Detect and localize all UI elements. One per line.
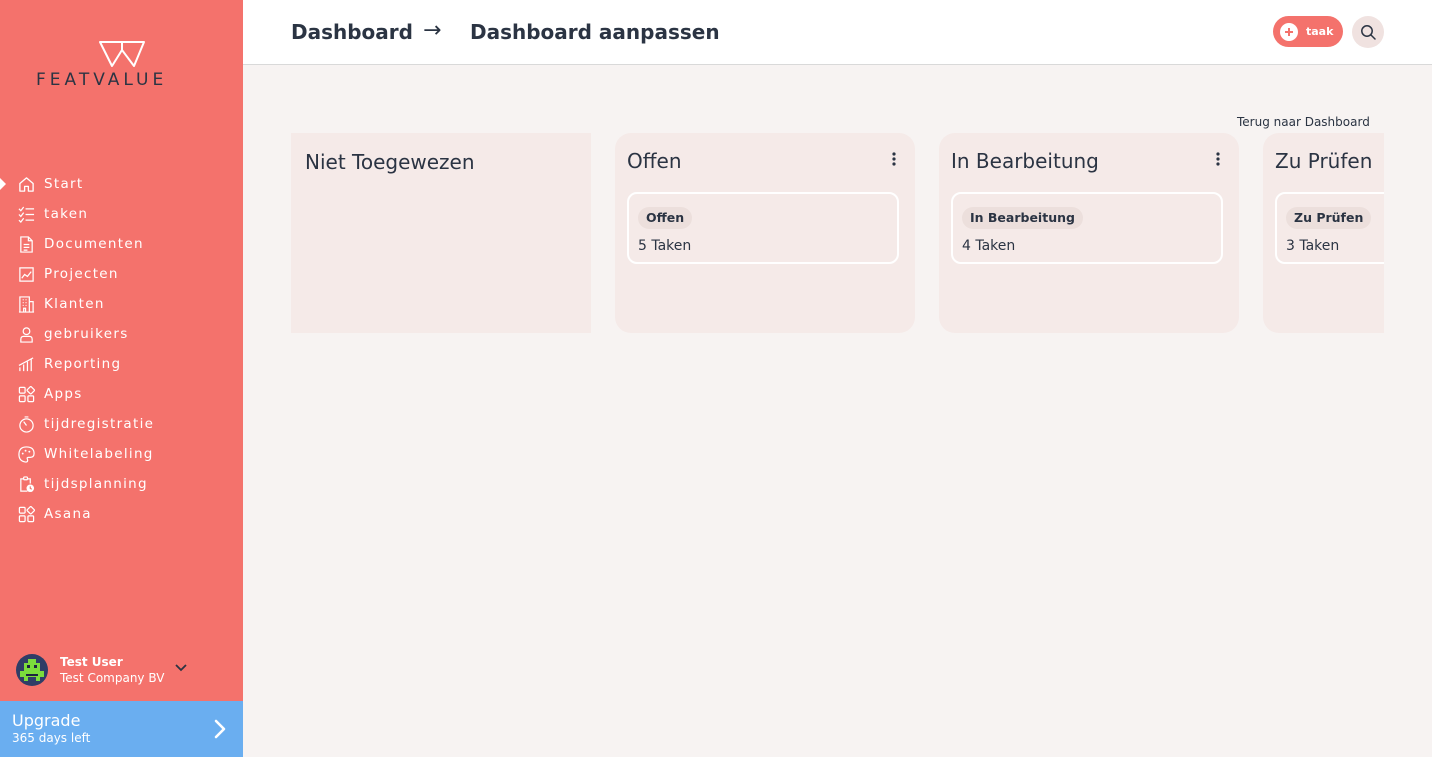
upgrade-subtitle: 365 days left [12,731,91,745]
search-icon [1361,25,1376,40]
back-to-dashboard-link[interactable]: Terug naar Dashboard [1237,115,1370,129]
status-badge: In Bearbeitung [962,207,1083,229]
sidebar-item-reporting[interactable]: Reporting [0,349,243,379]
kanban-board: Niet Toegewezen Offen Offen 5 Taken In B… [291,133,1384,333]
status-badge: Zu Prüfen [1286,207,1372,229]
timer-icon [17,415,35,433]
chart-icon [17,265,35,283]
sidebar-item-asana[interactable]: Asana [0,499,243,529]
sidebar-item-label: Whitelabeling [44,446,154,462]
column-niet-toegewezen[interactable]: Niet Toegewezen [291,133,591,333]
sidebar-item-whitelabeling[interactable]: Whitelabeling [0,439,243,469]
column-zu-pruefen[interactable]: Zu Prüfen Zu Prüfen 3 Taken [1263,133,1384,333]
user-icon [17,325,35,343]
sidebar-item-label: Reporting [44,356,122,372]
clipboard-clock-icon [17,475,35,493]
chevron-down-icon[interactable] [174,661,188,675]
checklist-icon [17,205,35,223]
user-menu[interactable]: Test User Test Company BV [16,652,226,688]
apps-icon [17,505,35,523]
sidebar-item-gebruikers[interactable]: gebruikers [0,319,243,349]
sidebar-item-apps[interactable]: Apps [0,379,243,409]
user-name: Test User [60,655,123,669]
column-offen[interactable]: Offen Offen 5 Taken [615,133,915,333]
task-count: 4 Taken [962,238,1016,254]
column-title: Zu Prüfen [1275,149,1373,173]
home-icon [17,175,35,193]
breadcrumb-arrow-icon: → [423,18,442,43]
building-icon [17,295,35,313]
logo-icon [98,41,145,67]
apps-icon [17,385,35,403]
sidebar-item-label: Asana [44,506,92,522]
plus-icon [1280,22,1298,41]
add-task-button[interactable]: taak [1273,16,1343,47]
sidebar: FEATVALUE Start taken Documenten Project… [0,0,243,757]
chevron-right-icon [214,719,226,739]
sidebar-item-documenten[interactable]: Documenten [0,229,243,259]
sidebar-item-projecten[interactable]: Projecten [0,259,243,289]
avatar [16,654,48,686]
task-count: 5 Taken [638,238,692,254]
sidebar-item-label: Start [44,176,84,192]
task-count: 3 Taken [1286,238,1340,254]
sidebar-item-label: Documenten [44,236,144,252]
sidebar-item-label: taken [44,206,89,222]
upgrade-title: Upgrade [12,711,81,730]
palette-icon [17,445,35,463]
logo[interactable]: FEATVALUE [0,40,243,90]
sidebar-item-start[interactable]: Start [0,169,243,199]
status-card[interactable]: Offen 5 Taken [627,192,899,264]
bar-chart-icon [17,355,35,373]
add-task-label: taak [1306,25,1334,38]
breadcrumb-dashboard[interactable]: Dashboard [291,20,413,44]
sidebar-item-klanten[interactable]: Klanten [0,289,243,319]
page-title: Dashboard aanpassen [470,20,720,44]
more-vertical-icon[interactable] [1215,151,1221,167]
status-badge: Offen [638,207,693,229]
status-card[interactable]: Zu Prüfen 3 Taken [1275,192,1384,264]
sidebar-item-label: Apps [44,386,83,402]
user-info: Test User Test Company BV [60,654,164,686]
user-company: Test Company BV [60,671,165,685]
sidebar-item-taken[interactable]: taken [0,199,243,229]
sidebar-item-tijdsplanning[interactable]: tijdsplanning [0,469,243,499]
status-card[interactable]: In Bearbeitung 4 Taken [951,192,1223,264]
top-header: Dashboard → Dashboard aanpassen taak [243,0,1432,65]
sidebar-item-label: tijdregistratie [44,416,155,432]
sidebar-item-label: Projecten [44,266,119,282]
column-title: In Bearbeitung [951,149,1099,173]
more-vertical-icon[interactable] [891,151,897,167]
search-button[interactable] [1352,16,1384,48]
sidebar-item-label: tijdsplanning [44,476,148,492]
active-indicator [0,178,6,190]
column-title: Niet Toegewezen [305,150,475,174]
upgrade-button[interactable]: Upgrade 365 days left [0,701,243,757]
sidebar-item-tijdregistratie[interactable]: tijdregistratie [0,409,243,439]
document-icon [17,235,35,253]
sidebar-item-label: Klanten [44,296,105,312]
sidebar-item-label: gebruikers [44,326,129,342]
column-in-bearbeitung[interactable]: In Bearbeitung In Bearbeitung 4 Taken [939,133,1239,333]
column-title: Offen [627,149,682,173]
sidebar-nav: Start taken Documenten Projecten Klanten [0,169,243,529]
brand-name: FEATVALUE [36,70,168,90]
